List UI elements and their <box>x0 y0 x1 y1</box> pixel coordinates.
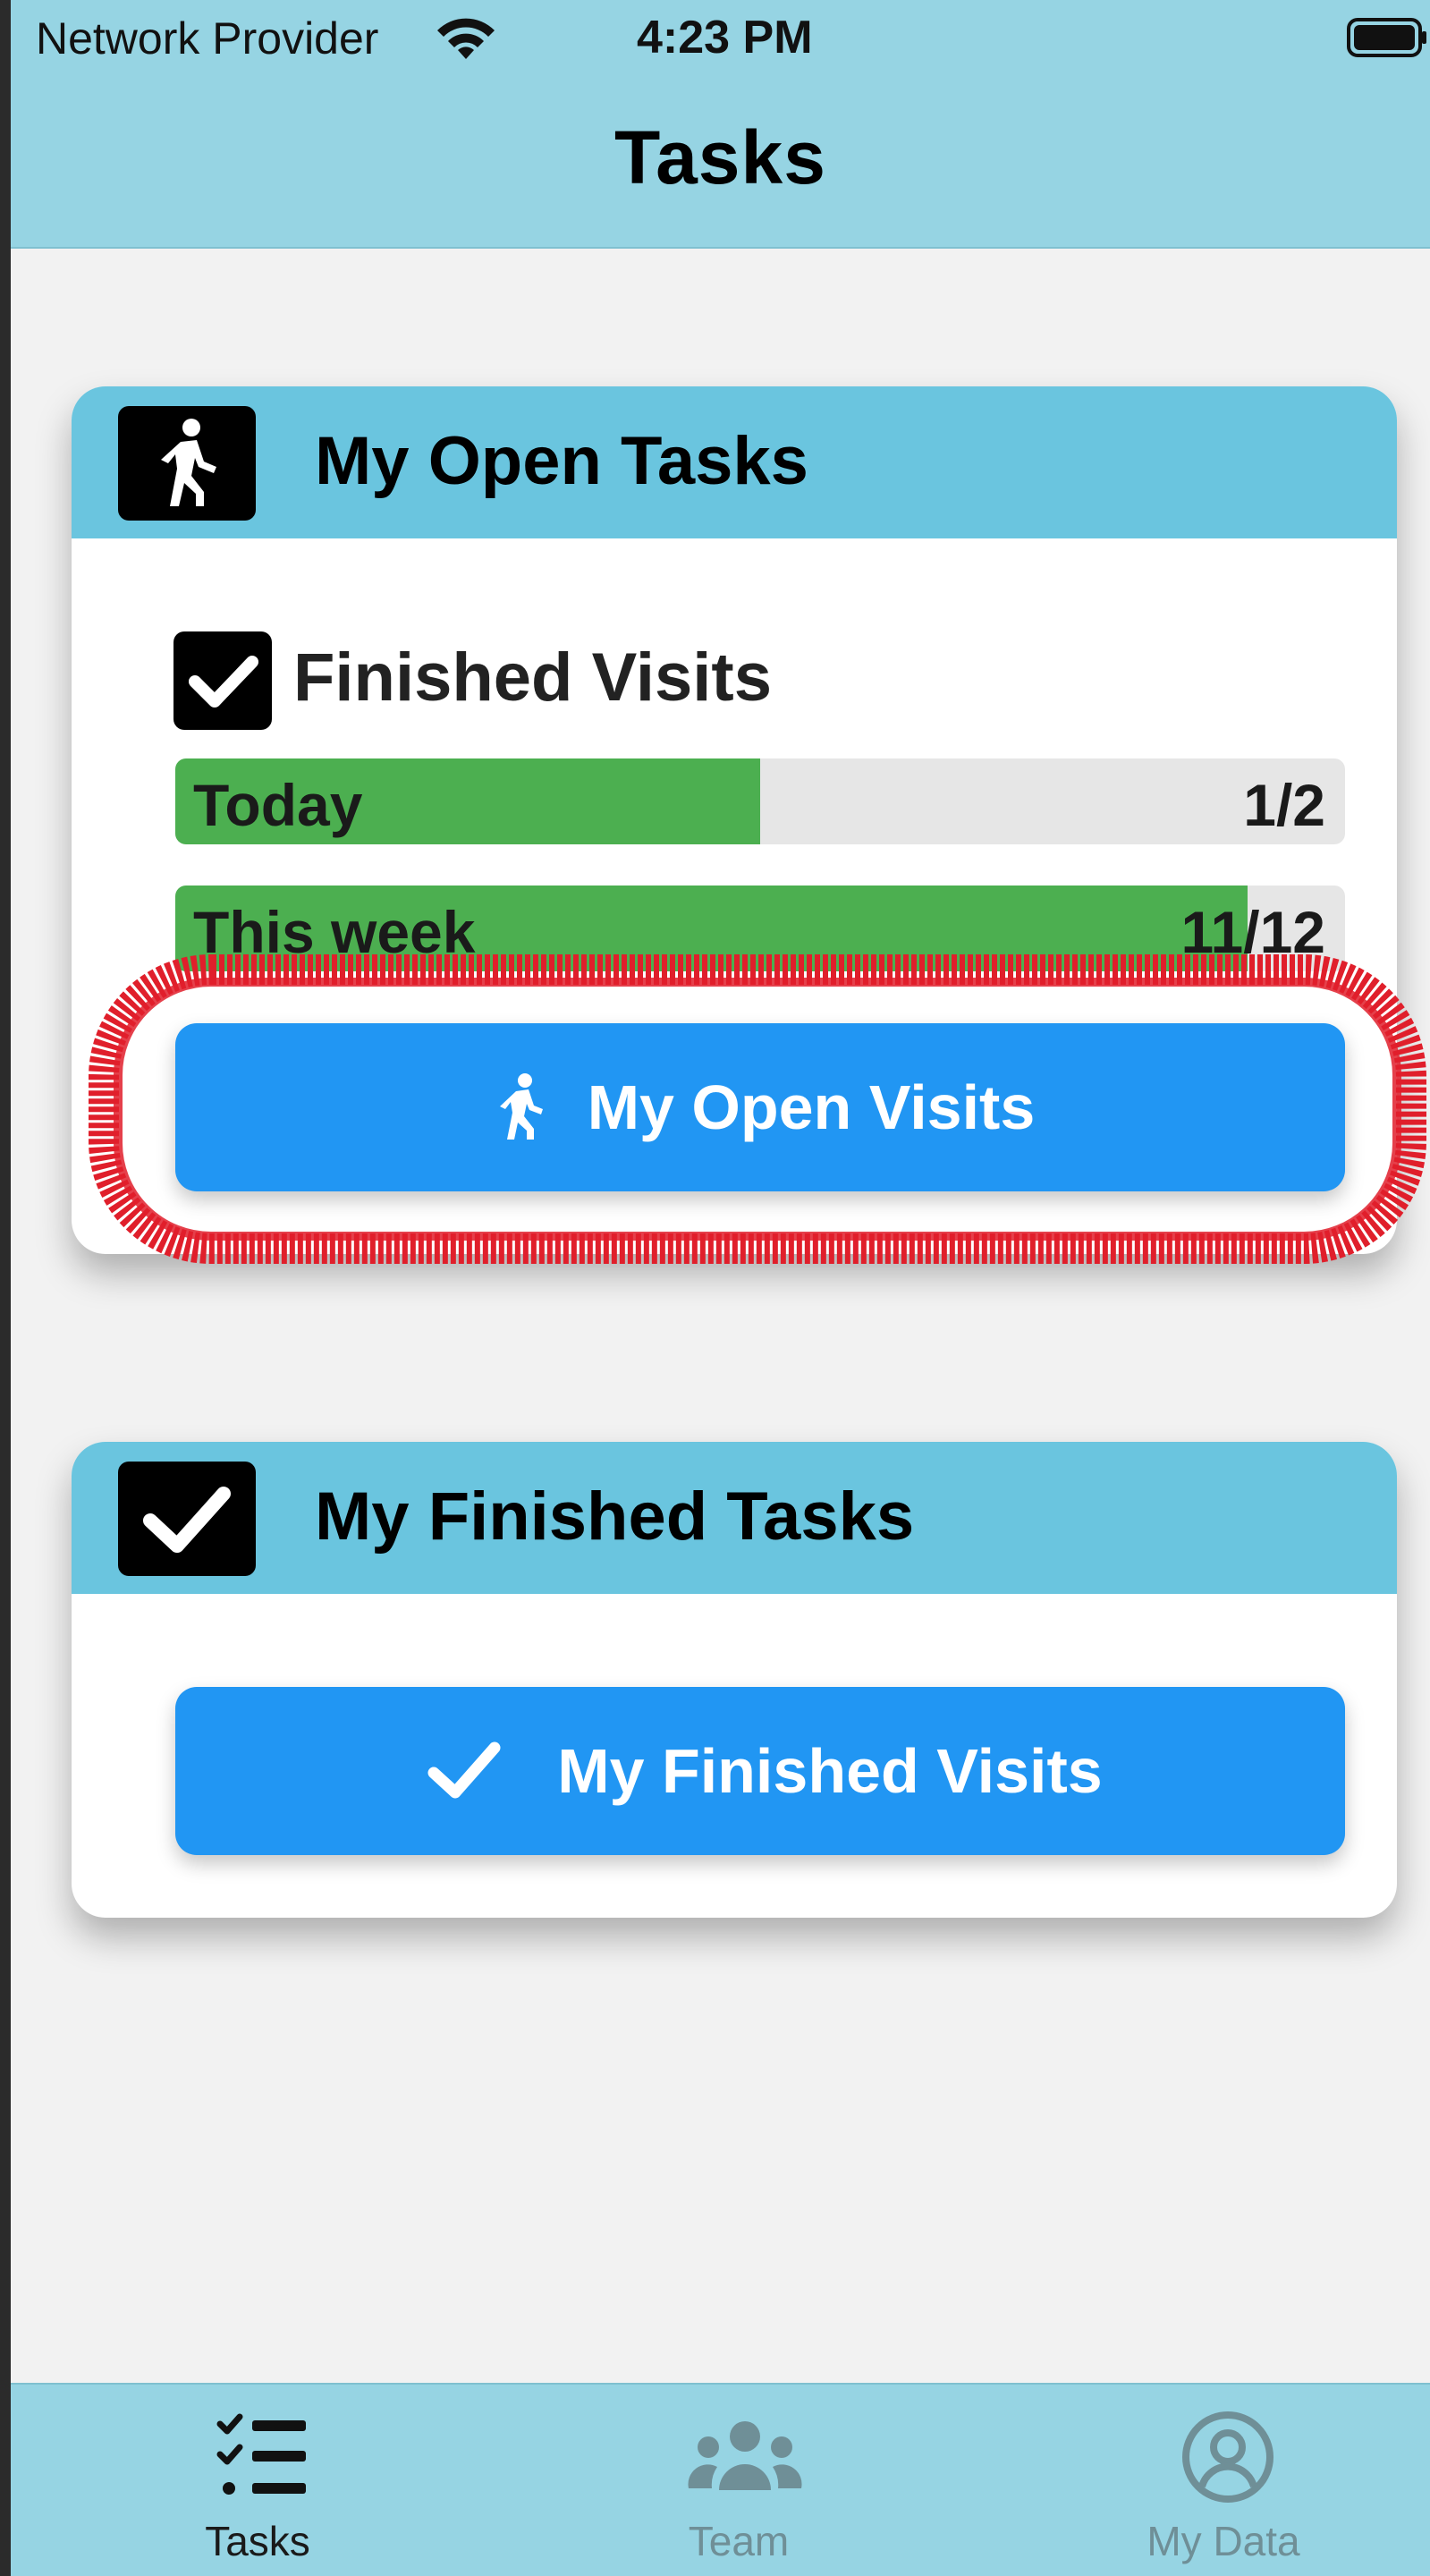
progress-label-week: This week <box>193 899 476 965</box>
tab-tasks[interactable]: Tasks <box>123 2385 392 2576</box>
progress-value-week: 11/12 <box>1180 899 1325 965</box>
tab-team-label: Team <box>688 2518 790 2564</box>
open-tasks-title: My Open Tasks <box>315 423 808 499</box>
checkmark-icon <box>427 1741 501 1799</box>
app-screen: Network Provider 4:23 PM Tasks My Open T… <box>11 0 1430 2576</box>
finished-tasks-card-header: My Finished Tasks <box>72 1442 1397 1594</box>
task-list-icon <box>216 2413 306 2495</box>
wifi-icon <box>437 18 495 59</box>
tab-bar: Tasks Team My Data <box>11 2383 1430 2576</box>
finished-visits-label: Finished Visits <box>293 640 772 716</box>
checkbox-checked-icon <box>173 631 272 730</box>
tab-team[interactable]: Team <box>605 2385 873 2576</box>
finished-tasks-card: My Finished Tasks My Finished Visits <box>72 1442 1397 1918</box>
status-time: 4:23 PM <box>637 12 813 64</box>
progress-bar-week: This week 11/12 <box>175 886 1345 971</box>
progress-label-today: Today <box>193 772 363 838</box>
tab-tasks-label: Tasks <box>205 2518 310 2564</box>
finished-tasks-title: My Finished Tasks <box>315 1479 915 1555</box>
tab-my-data-label: My Data <box>1147 2518 1300 2564</box>
status-bar: Network Provider 4:23 PM <box>11 0 1430 80</box>
open-tasks-card: My Open Tasks Finished Visits Today 1/2 … <box>72 386 1397 1254</box>
my-finished-visits-button[interactable]: My Finished Visits <box>175 1687 1345 1855</box>
walking-person-icon <box>118 406 256 521</box>
my-open-visits-label: My Open Visits <box>587 1072 1036 1142</box>
battery-full-icon <box>1347 18 1426 57</box>
navigation-header: Network Provider 4:23 PM Tasks <box>11 0 1430 249</box>
page-title: Tasks <box>614 115 826 199</box>
walking-person-icon <box>499 1073 543 1140</box>
team-icon <box>688 2421 802 2490</box>
carrier-name: Network Provider <box>36 13 379 64</box>
tab-my-data[interactable]: My Data <box>1089 2385 1358 2576</box>
my-finished-visits-label: My Finished Visits <box>557 1736 1103 1806</box>
open-tasks-card-header: My Open Tasks <box>72 386 1397 538</box>
progress-value-today: 1/2 <box>1243 772 1325 838</box>
progress-bar-today: Today 1/2 <box>175 758 1345 844</box>
my-open-visits-button[interactable]: My Open Visits <box>175 1023 1345 1191</box>
user-circle-icon <box>1182 2411 1273 2503</box>
checkbox-checked-icon <box>118 1462 256 1576</box>
